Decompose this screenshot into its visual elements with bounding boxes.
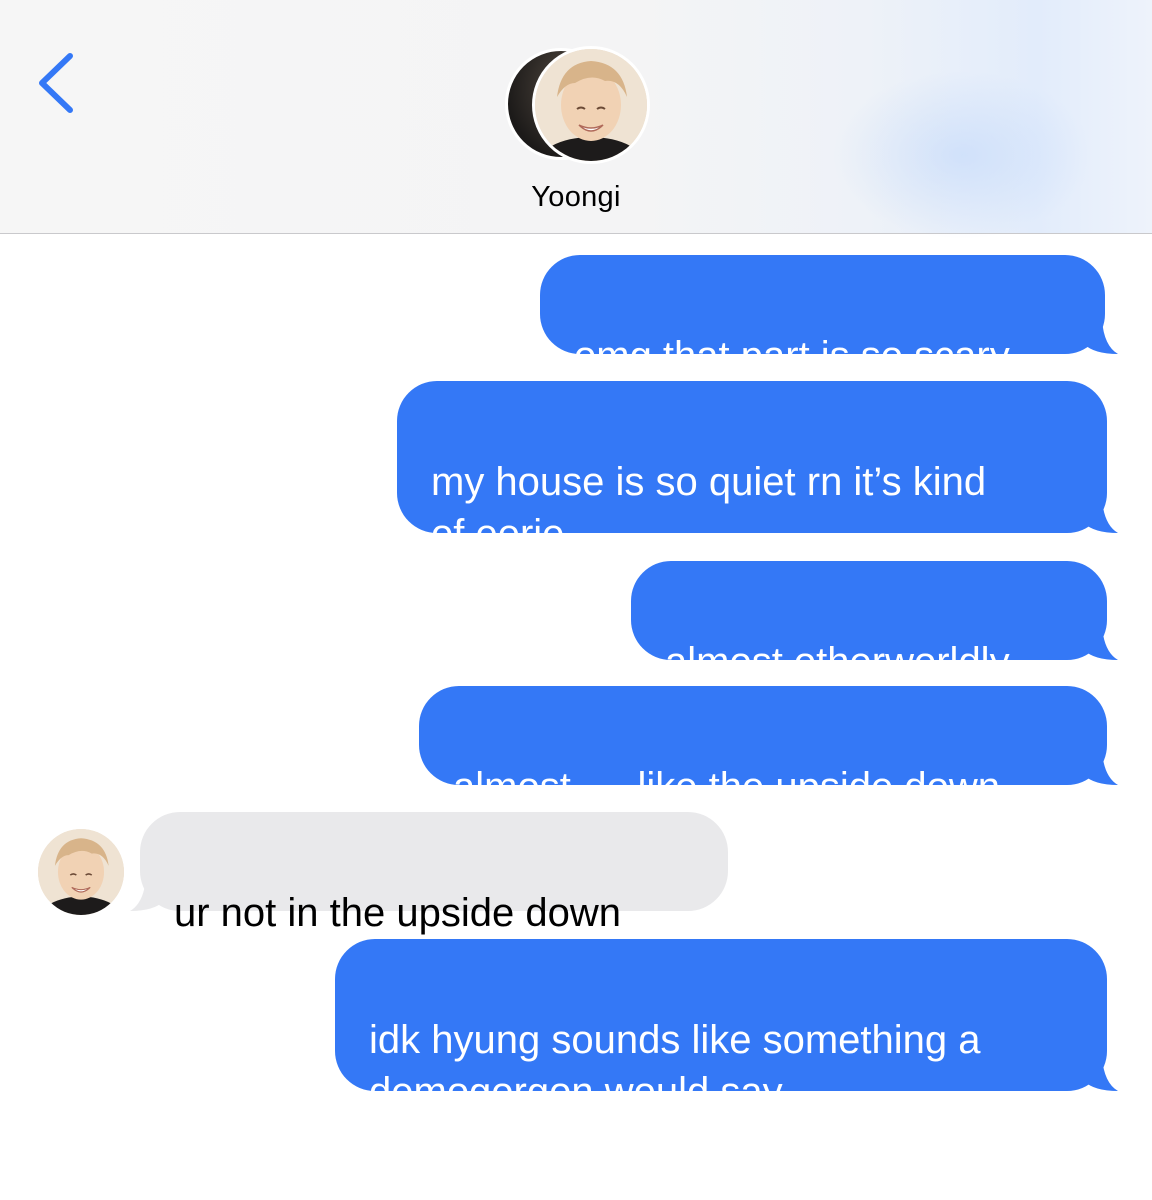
outgoing-message[interactable]: my house is so quiet rn it’s kind of eer… (397, 381, 1107, 556)
bubble-tail (1080, 320, 1118, 354)
incoming-message[interactable]: ur not in the upside down (140, 812, 728, 935)
bubble-tail (1080, 751, 1118, 785)
contact-avatar[interactable] (505, 46, 650, 166)
outgoing-message[interactable]: almost..... like the upside down (419, 686, 1107, 809)
chevron-left-icon (39, 53, 73, 113)
back-button[interactable] (30, 48, 90, 118)
message-text: almost..... like the upside down (453, 765, 1000, 809)
message-text: omg that part is so scary (574, 334, 1010, 378)
message-text: my house is so quiet rn it’s kind of eer… (431, 460, 987, 556)
bubble-tail (1080, 626, 1118, 660)
message-text: almost otherworldly (665, 640, 1010, 684)
contact-name[interactable]: Yoongi (0, 181, 1152, 214)
outgoing-message[interactable]: almost otherworldly (631, 561, 1107, 684)
message-text: idk hyung sounds like something a demogo… (369, 1018, 981, 1114)
message-text: ur not in the upside down (174, 891, 621, 935)
avatar-photo (532, 46, 650, 164)
conversation-header: Yoongi (0, 0, 1152, 240)
bubble-tail (1080, 499, 1118, 533)
bubble-tail (130, 877, 168, 911)
sender-avatar[interactable] (38, 829, 124, 915)
outgoing-message[interactable]: omg that part is so scary (540, 255, 1105, 378)
bubble-tail (1080, 1057, 1118, 1091)
outgoing-message[interactable]: idk hyung sounds like something a demogo… (335, 939, 1107, 1114)
